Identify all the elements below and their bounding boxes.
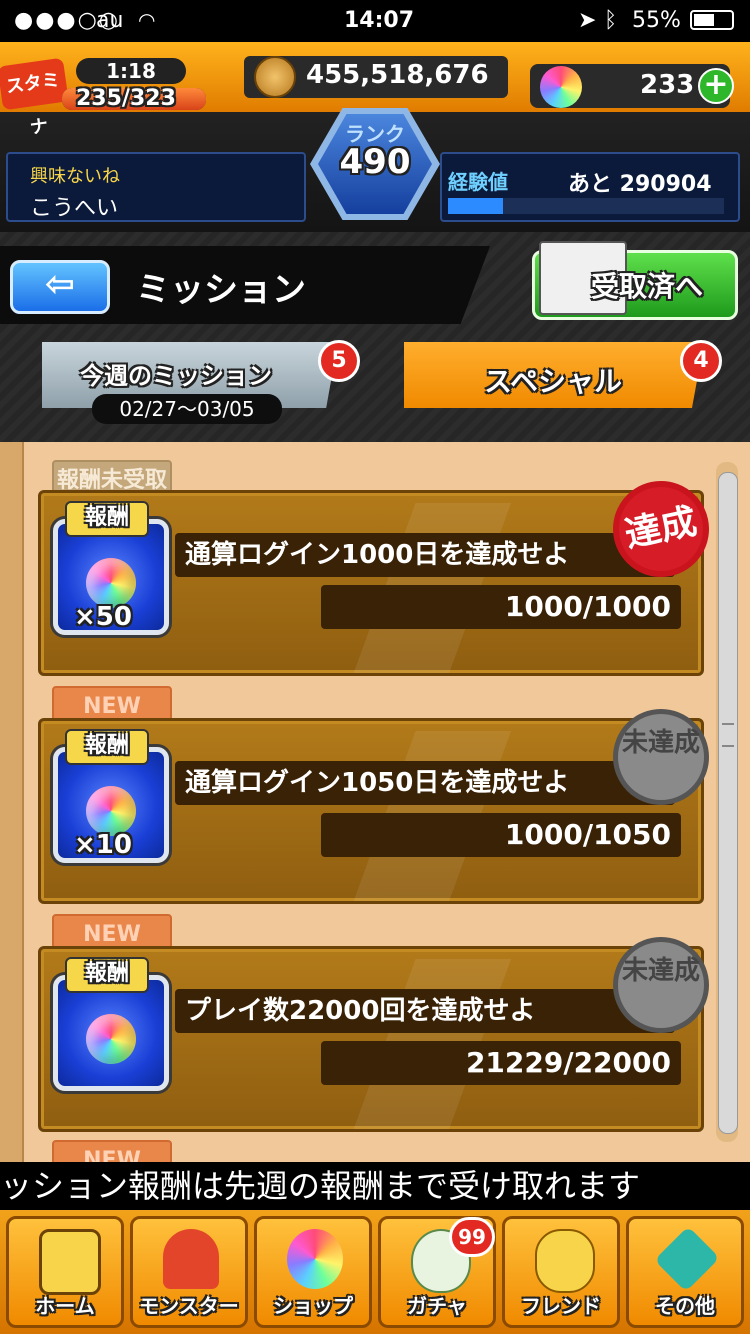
nav-label: その他 [655,1294,715,1318]
clock: 14:07 [344,8,415,33]
location-icon: ➤ [578,8,597,33]
nav-label: モンスター [139,1294,239,1318]
mission-title: プレイ数22000回を達成せよ [175,989,675,1033]
nav-gacha[interactable]: ガチャ 99 [378,1216,496,1328]
nav-label: フレンド [521,1294,601,1318]
mission-card[interactable]: ×10 報酬 通算ログイン1050日を達成せよ 1000/1050 未達成 [38,709,709,904]
not-achieved-stamp: 未達成 [613,709,709,805]
stamina-icon: スタミナ [0,57,69,139]
mission-titlebar: ⇦ ミッション 受取済へ 今週のミッション 02/27〜03/05 5 スペシャ… [0,232,750,442]
coin-icon [254,56,296,98]
mission-progress: 1000/1050 [321,813,681,857]
add-orbs-button[interactable]: + [698,68,734,104]
orb-icon [86,558,136,608]
exp-remaining: あと 290904 [568,172,712,197]
received-missions-button[interactable]: 受取済へ [532,241,738,320]
nav-other[interactable]: その他 [626,1216,744,1328]
tab-weekly-badge: 5 [318,340,360,382]
ticker-text: ッション報酬は先週の報酬まで受け取れます [0,1167,641,1205]
nav-home[interactable]: ホーム [6,1216,124,1328]
orb-shop-icon [287,1229,343,1289]
gacha-badge: 99 [449,1217,495,1257]
orb-count: 233 [640,70,695,100]
not-achieved-stamp: 未達成 [613,937,709,1033]
reward-quantity: ×50 [74,602,132,632]
grip-icon [722,723,734,747]
received-label: 受取済へ [591,270,704,303]
reward-label: 報酬 [65,501,149,537]
tab-weekly-dates: 02/27〜03/05 [92,394,282,424]
home-gate-icon [39,1229,101,1295]
mission-list[interactable]: 報酬未受取 ×50 報酬 通算ログイン1000日を達成せよ 1000/1000 … [0,442,750,1162]
mission-progress: 21229/22000 [321,1041,681,1085]
scrollbar-thumb[interactable] [718,472,738,1134]
back-button[interactable]: ⇦ [10,260,110,314]
stamina-value: 235/323 [76,86,176,111]
status-bar: ●●●○○ au ◠ 14:07 ➤ ᛒ 55% [0,0,750,42]
exp-label: 経験値 [448,170,508,194]
tab-weekly-label: 今週のミッション [80,362,272,390]
reward-quantity: ×10 [74,830,132,860]
nav-friend[interactable]: フレンド [502,1216,620,1328]
nav-label: ホーム [35,1294,95,1318]
orb-icon [540,66,582,108]
coin-count: 455,518,676 [306,60,489,90]
exp-bar-fill [448,198,504,214]
wifi-icon: ◠ [138,8,156,32]
orb-icon [86,1014,136,1064]
rank-value: 490 [339,142,411,182]
mission-card[interactable]: ×50 報酬 通算ログイン1000日を達成せよ 1000/1000 達成 [38,472,718,676]
nav-label: ガチャ [407,1294,467,1318]
bottom-nav: ホーム モンスター ショップ ガチャ 99 フレンド その他 [0,1210,750,1334]
user-name: こうへい [30,196,119,221]
bluetooth-icon: ᛒ [604,8,618,33]
question-map-icon [654,1226,720,1292]
nav-label: ショップ [273,1294,353,1318]
user-status: 興味ないね [30,166,120,187]
mission-card[interactable]: 報酬 プレイ数22000回を達成せよ 21229/22000 未達成 [38,937,709,1132]
nav-monster[interactable]: モンスター [130,1216,248,1328]
reward-label: 報酬 [65,729,149,765]
mission-tag: NEW [52,1140,172,1162]
exp-bar [448,198,724,214]
nav-shop[interactable]: ショップ [254,1216,372,1328]
page-title: ミッション [136,270,306,310]
tab-special-badge: 4 [680,340,722,382]
tab-special-label: スペシャル [484,365,623,398]
stamina-timer: 1:18 [76,58,186,84]
friends-icon [535,1229,595,1293]
carrier-label: au [96,8,124,33]
news-ticker: ッション報酬は先週の報酬まで受け取れます [0,1162,750,1210]
mission-progress: 1000/1000 [321,585,681,629]
mission-title: 通算ログイン1000日を達成せよ [175,533,675,577]
battery-icon [690,10,734,30]
mission-title: 通算ログイン1050日を達成せよ [175,761,675,805]
back-arrow-icon: ⇦ [44,264,76,305]
monster-icon [163,1229,219,1289]
reward-label: 報酬 [65,957,149,993]
battery-percent: 55% [632,8,681,33]
player-header: スタミナ 1:18 235/323 455,518,676 233 + ランク … [0,42,750,232]
orb-icon [86,786,136,836]
list-frame [0,442,24,1162]
